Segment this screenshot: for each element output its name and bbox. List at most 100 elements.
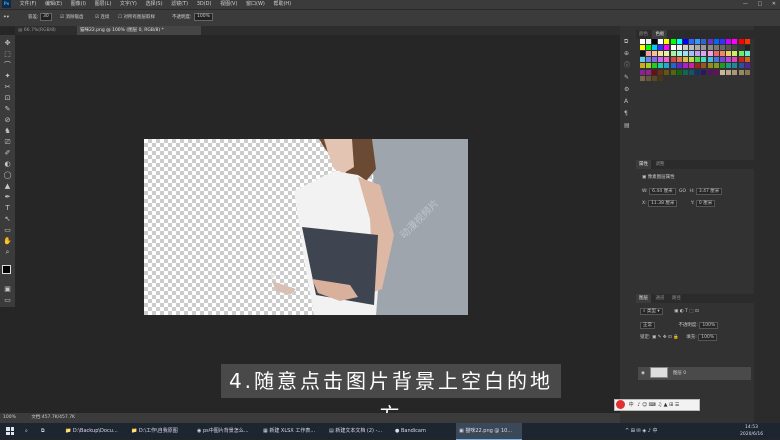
move-tool-icon[interactable]: ✥ [3, 39, 12, 48]
swatch-color[interactable] [744, 63, 750, 69]
healing-brush-icon[interactable]: ⊘ [3, 116, 12, 125]
swatch-color[interactable] [689, 50, 695, 56]
menu-filter[interactable]: 滤镜(T) [171, 0, 188, 9]
swatch-color[interactable] [732, 50, 738, 56]
swatch-color[interactable] [651, 38, 657, 44]
zoom-tool-icon[interactable]: ⌕ [3, 248, 12, 257]
swatch-color[interactable] [726, 38, 732, 44]
swatch-color[interactable] [682, 69, 688, 75]
swatch-color[interactable] [720, 69, 726, 75]
swatch-color[interactable] [645, 38, 651, 44]
swatch-color[interactable] [645, 63, 651, 69]
swatch-color[interactable] [713, 69, 719, 75]
layer-opacity-input[interactable]: 100% [699, 322, 719, 329]
link-icon[interactable]: GO [679, 189, 686, 194]
swatch-color[interactable] [658, 44, 664, 50]
swatch-color[interactable] [707, 57, 713, 63]
taskbar-item-bandicam[interactable]: ● Bandicam [392, 423, 448, 439]
swatch-color[interactable] [658, 50, 664, 56]
swatch-color[interactable] [676, 50, 682, 56]
swatch-color[interactable] [701, 63, 707, 69]
swatch-color[interactable] [744, 44, 750, 50]
menu-help[interactable]: 帮助(H) [273, 0, 291, 9]
swatch-color[interactable] [707, 50, 713, 56]
blur-tool-icon[interactable]: ▲ [3, 182, 12, 191]
swatch-color[interactable] [639, 69, 645, 75]
libraries-icon[interactable]: ▤ [624, 120, 630, 132]
menu-view[interactable]: 视图(V) [220, 0, 237, 9]
swatch-color[interactable] [651, 63, 657, 69]
tolerance-input[interactable]: 30 [40, 12, 52, 21]
taskbar-item-notepad[interactable]: ▤ 新建文本文档 (2) -... [326, 423, 392, 439]
swatch-color[interactable] [738, 57, 744, 63]
swatch-color[interactable] [682, 38, 688, 44]
swatch-color[interactable] [701, 57, 707, 63]
swatch-color[interactable] [738, 38, 744, 44]
swatch-color[interactable] [720, 57, 726, 63]
swatch-color[interactable] [689, 44, 695, 50]
minimize-icon[interactable]: — [743, 1, 748, 7]
swatch-color[interactable] [701, 50, 707, 56]
swatch-color[interactable] [707, 38, 713, 44]
swatch-color[interactable] [682, 57, 688, 63]
lock-icons[interactable]: ▣ ✎ ✥ ⊡ 🔒 [652, 335, 679, 340]
layer-filter-icons[interactable]: ▣ ◐ T ⬚ ⊡ [674, 309, 699, 314]
lasso-tool-icon[interactable]: ⌒ [3, 61, 12, 70]
swatch-color[interactable] [738, 50, 744, 56]
task-view-icon[interactable]: ⧉ [38, 423, 48, 439]
ime-logo-icon[interactable] [616, 400, 625, 409]
swatch-color[interactable] [695, 44, 701, 50]
swatch-color[interactable] [695, 63, 701, 69]
dodge-tool-icon[interactable]: ◯ [3, 171, 12, 180]
marquee-tool-icon[interactable]: ⬚ [3, 50, 12, 59]
swatch-color[interactable] [720, 44, 726, 50]
swatch-color[interactable] [664, 69, 670, 75]
blend-mode-select[interactable]: 正常 [640, 322, 655, 329]
swatch-color[interactable] [707, 44, 713, 50]
visibility-eye-icon[interactable]: ◉ [641, 371, 645, 376]
swatch-color[interactable] [670, 44, 676, 50]
paragraph-icon[interactable]: ¶ [624, 108, 630, 120]
swatch-color[interactable] [689, 69, 695, 75]
swatch-color[interactable] [651, 44, 657, 50]
tab-doc-active[interactable]: 猫咪22.png @ 100% (图层 0, RGB/8) * [77, 26, 201, 35]
swatch-color[interactable] [738, 69, 744, 75]
menu-file[interactable]: 文件(F) [20, 0, 37, 9]
frame-tool-icon[interactable]: ⊡ [3, 94, 12, 103]
menu-type[interactable]: 文字(Y) [120, 0, 137, 9]
opacity-input[interactable]: 100% [194, 12, 213, 21]
tab-channels[interactable]: 通道 [652, 294, 667, 303]
tab-adjustments[interactable]: 调整 [652, 160, 667, 169]
swatch-color[interactable] [738, 63, 744, 69]
info-icon[interactable]: ⓘ [624, 60, 630, 72]
magic-wand-tool-icon[interactable]: ✦▾ [3, 10, 9, 26]
layer-row[interactable]: ◉ 图层 0 [638, 367, 751, 380]
swatch-color[interactable] [695, 57, 701, 63]
pen-tool-icon[interactable]: ✒ [3, 193, 12, 202]
antialias-checkbox[interactable]: ☑ 消除锯齿 [60, 10, 83, 26]
swatch-color[interactable] [645, 57, 651, 63]
width-field[interactable]: 6.44 厘米 [649, 188, 676, 195]
swatch-color[interactable] [744, 38, 750, 44]
character-icon[interactable]: A [624, 96, 630, 108]
swatch-color[interactable] [658, 75, 664, 81]
swatch-color[interactable] [689, 38, 695, 44]
swatch-color[interactable] [664, 63, 670, 69]
menu-select[interactable]: 选择(S) [145, 0, 162, 9]
swatch-color[interactable] [689, 57, 695, 63]
swatch-color[interactable] [744, 57, 750, 63]
ime-mode-label[interactable]: 中 [629, 402, 634, 408]
fill-input[interactable]: 100% [698, 334, 718, 341]
quick-mask-icon[interactable]: ▣ [3, 285, 12, 294]
swatch-color[interactable] [726, 44, 732, 50]
swatch-color[interactable] [645, 69, 651, 75]
swatch-color[interactable] [732, 44, 738, 50]
swatch-color[interactable] [664, 38, 670, 44]
magic-wand-tool-icon[interactable]: ✦ [3, 72, 12, 81]
type-tool-icon[interactable]: T [3, 204, 12, 213]
document-image[interactable]: 动漫视频片 [144, 139, 468, 315]
path-select-icon[interactable]: ↖ [3, 215, 12, 224]
swatch-color[interactable] [695, 38, 701, 44]
eyedropper-tool-icon[interactable]: ✎ [3, 105, 12, 114]
y-field[interactable]: 0 厘米 [695, 200, 716, 207]
